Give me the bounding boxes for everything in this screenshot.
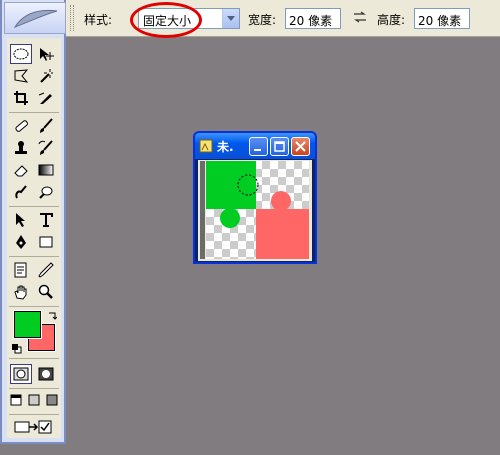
smudge-icon[interactable] [10, 182, 32, 202]
path-selection-icon[interactable] [10, 210, 32, 230]
height-field[interactable]: 20 像素 [414, 8, 470, 29]
options-bar: 样式: 固定大小 宽度: 20 像素 高度: 20 像素 [0, 0, 500, 38]
polygonal-lasso-icon[interactable] [10, 66, 32, 86]
document-ruler-strip [200, 161, 205, 259]
swap-icon[interactable] [353, 11, 367, 26]
maximize-button[interactable] [270, 137, 289, 156]
type-icon[interactable] [35, 210, 57, 230]
red-puzzle-knob [271, 191, 291, 211]
image-canvas[interactable] [206, 161, 309, 259]
height-label: 高度: [377, 13, 406, 27]
tool-separator [9, 306, 59, 307]
red-puzzle-piece [256, 209, 309, 259]
tool-separator [9, 256, 59, 257]
magic-wand-icon[interactable] [35, 66, 57, 86]
notes-icon[interactable] [10, 260, 32, 280]
style-select-value: 固定大小 [143, 14, 192, 28]
document-title-bar[interactable]: 未. [195, 133, 315, 159]
tool-separator [9, 112, 59, 113]
slice-icon[interactable] [35, 88, 57, 108]
history-brush-icon[interactable] [35, 138, 57, 158]
puzzle-artwork [206, 161, 309, 259]
eraser-icon[interactable] [10, 160, 32, 180]
full-screen-mode-icon[interactable] [44, 390, 60, 410]
move-icon[interactable] [35, 44, 57, 64]
close-button[interactable] [291, 137, 310, 156]
minimize-button[interactable] [249, 137, 268, 156]
width-label: 宽度: [248, 13, 277, 27]
pen-icon[interactable] [10, 232, 32, 252]
tool-separator [9, 388, 59, 389]
tool-separator [9, 358, 59, 359]
standard-mode-icon[interactable] [10, 364, 32, 384]
rectangle-shape-icon[interactable] [35, 232, 57, 252]
brush-icon[interactable] [35, 116, 57, 136]
green-puzzle-piece [206, 161, 256, 209]
photoshop-feather-logo[interactable] [4, 2, 66, 34]
document-body [198, 160, 312, 261]
gradient-icon[interactable] [35, 160, 57, 180]
healing-brush-icon[interactable] [10, 116, 32, 136]
eyedropper-icon[interactable] [35, 260, 57, 280]
tool-separator [9, 414, 59, 415]
crop-icon[interactable] [10, 88, 32, 108]
default-colors-icon[interactable] [12, 343, 22, 357]
quick-mask-mode-icon[interactable] [35, 364, 57, 384]
clone-stamp-icon[interactable] [10, 138, 32, 158]
zoom-icon[interactable] [35, 282, 57, 302]
document-title: 未. [217, 140, 234, 154]
full-screen-menu-mode-icon[interactable] [26, 390, 42, 410]
document-icon [199, 138, 214, 153]
width-field[interactable]: 20 像素 [285, 8, 341, 29]
tool-separator [9, 206, 59, 207]
dodge-icon[interactable] [35, 182, 57, 202]
elliptical-marquee-icon[interactable] [10, 44, 32, 64]
swap-colors-icon[interactable] [47, 310, 58, 324]
foreground-color-swatch[interactable] [13, 310, 42, 339]
document-window[interactable]: 未. [193, 131, 317, 264]
style-label: 样式: [84, 13, 113, 27]
hand-icon[interactable] [10, 282, 32, 302]
standard-screen-mode-icon[interactable] [8, 390, 24, 410]
green-puzzle-knob [220, 208, 240, 228]
chevron-down-icon[interactable] [222, 9, 239, 28]
toolbox [0, 0, 66, 444]
tool-panel [7, 38, 61, 438]
options-bar-grip[interactable] [70, 5, 74, 31]
jump-to-imageready-icon[interactable] [10, 417, 56, 437]
style-select[interactable]: 固定大小 [138, 8, 240, 29]
